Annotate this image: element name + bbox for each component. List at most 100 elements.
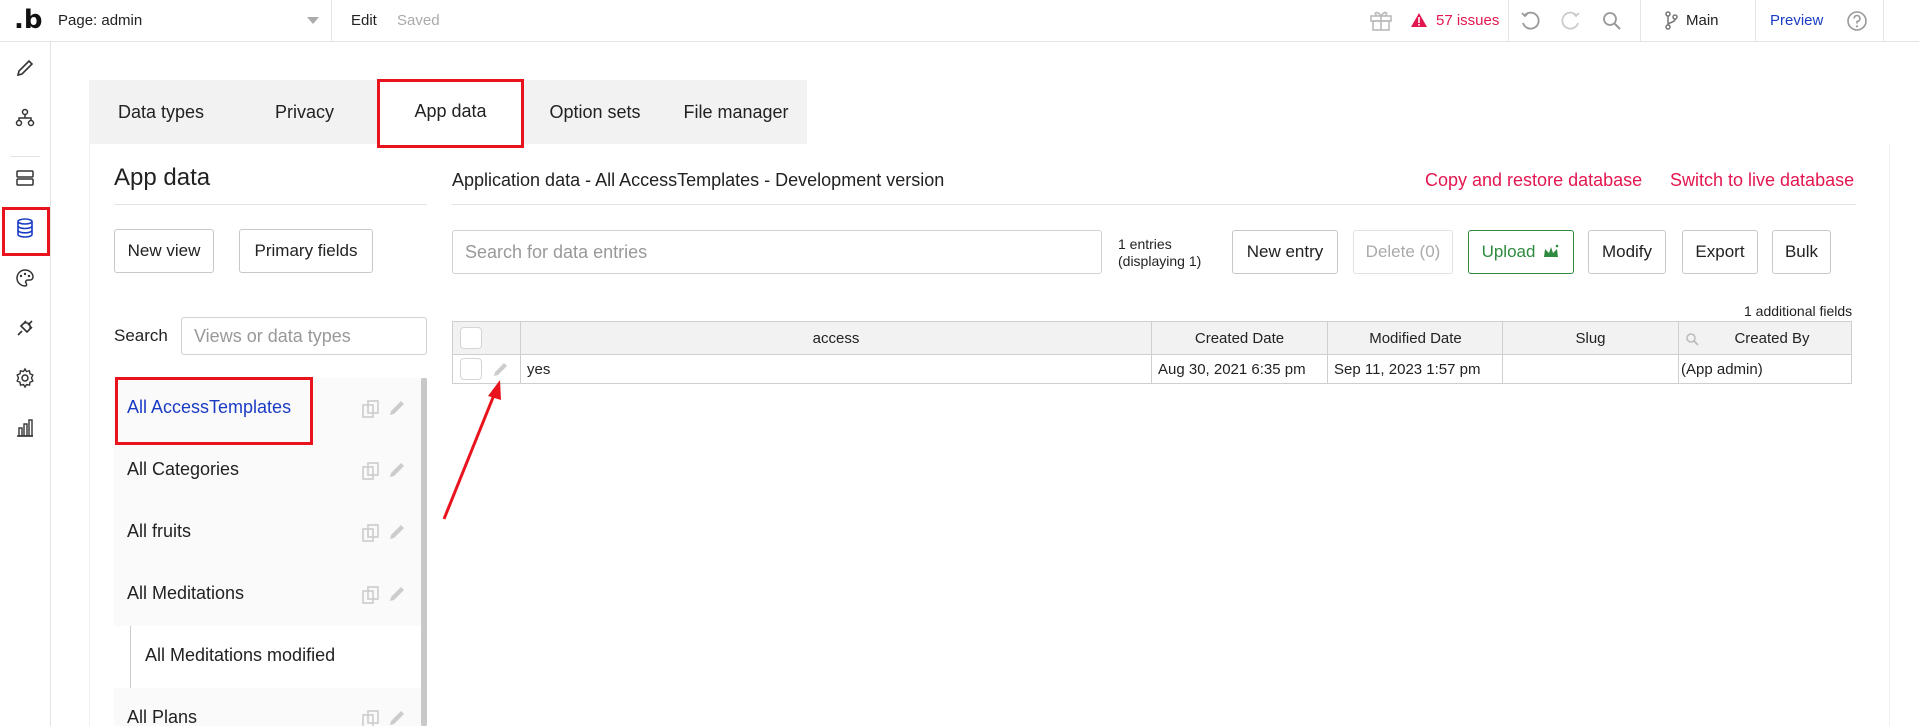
copy-icon[interactable]: [361, 709, 381, 726]
data-tabs: Data types Privacy App data Option sets …: [89, 79, 807, 148]
entries-count-displaying: (displaying 1): [1118, 253, 1202, 269]
view-item-all-categories[interactable]: All Categories: [114, 440, 424, 502]
switch-live-database-link[interactable]: Switch to live database: [1670, 170, 1854, 191]
search-label: Search: [114, 326, 168, 345]
undo-icon[interactable]: [1519, 10, 1541, 32]
tree-line: [130, 626, 131, 688]
view-item-all-meditations[interactable]: All Meditations: [114, 564, 424, 626]
column-divider: [1151, 322, 1152, 383]
chart-icon[interactable]: [13, 416, 37, 440]
column-header-slug[interactable]: Slug: [1503, 330, 1678, 347]
copy-icon[interactable]: [361, 585, 381, 605]
active-view-highlight: [115, 377, 313, 445]
view-item-all-plans[interactable]: All Plans: [114, 688, 424, 726]
bulk-button[interactable]: Bulk: [1772, 230, 1831, 274]
delete-button[interactable]: Delete (0): [1353, 230, 1453, 274]
views-search-input[interactable]: Views or data types: [181, 317, 427, 355]
copy-icon[interactable]: [361, 523, 381, 543]
column-divider: [520, 322, 521, 383]
export-button[interactable]: Export: [1682, 230, 1758, 274]
column-header-created-by[interactable]: Created By: [1693, 330, 1851, 347]
pencil-icon[interactable]: [387, 522, 407, 542]
column-header-modified-date[interactable]: Modified Date: [1328, 330, 1503, 347]
bubble-logo[interactable]: .b: [14, 7, 43, 33]
help-icon[interactable]: [1846, 10, 1868, 32]
tab-file-manager[interactable]: File manager: [665, 80, 807, 144]
primary-fields-button[interactable]: Primary fields: [239, 229, 373, 273]
view-item-label: All fruits: [127, 521, 192, 541]
cell-created-date: Aug 30, 2021 6:35 pm: [1158, 361, 1306, 378]
branch-icon: [1665, 11, 1678, 30]
left-rail: [0, 42, 51, 726]
pencil-icon[interactable]: [387, 584, 407, 604]
chevron-down-icon: [307, 17, 319, 24]
saved-status: Saved: [397, 12, 440, 29]
edit-menu[interactable]: Edit: [351, 12, 377, 29]
cell-access: yes: [527, 361, 551, 378]
plugin-icon[interactable]: [13, 316, 37, 340]
redo-icon[interactable]: [1560, 10, 1582, 32]
cell-modified-date: Sep 11, 2023 1:57 pm: [1334, 361, 1481, 378]
divider: [1755, 0, 1756, 42]
column-header-access[interactable]: access: [521, 330, 1151, 347]
column-divider: [1678, 322, 1679, 383]
tab-app-data[interactable]: App data: [377, 79, 524, 148]
page-selector[interactable]: Page: admin: [50, 0, 332, 42]
pencil-icon[interactable]: [492, 360, 510, 378]
pencil-icon[interactable]: [387, 398, 407, 418]
crown-icon: [1544, 244, 1559, 257]
copy-icon[interactable]: [361, 461, 381, 481]
copy-restore-database-link[interactable]: Copy and restore database: [1425, 170, 1642, 191]
gift-icon[interactable]: [1369, 9, 1393, 31]
divider: [114, 204, 427, 205]
app-data-heading: Application data - All AccessTemplates -…: [452, 170, 945, 190]
view-item-label: All Meditations: [127, 583, 245, 603]
view-item-label: All Categories: [127, 459, 240, 479]
tab-privacy[interactable]: Privacy: [233, 80, 376, 144]
database-stack-icon[interactable]: [13, 166, 37, 190]
view-item-all-fruits[interactable]: All fruits: [114, 502, 424, 564]
branch-selector[interactable]: Main: [1664, 10, 1719, 30]
view-item-label: All Plans: [127, 707, 198, 726]
data-table: access Created Date Modified Date Slug C…: [452, 321, 1852, 384]
upload-label: Upload: [1481, 242, 1536, 261]
row-checkbox[interactable]: [460, 358, 482, 380]
workflow-icon[interactable]: [13, 106, 37, 130]
search-icon[interactable]: [1601, 10, 1623, 32]
divider: [1640, 0, 1641, 42]
pencil-icon[interactable]: [387, 460, 407, 480]
pencil-icon[interactable]: [13, 56, 37, 80]
column-divider: [1502, 322, 1503, 383]
modify-button[interactable]: Modify: [1588, 230, 1666, 274]
copy-icon[interactable]: [361, 399, 381, 419]
new-entry-button[interactable]: New entry: [1232, 230, 1338, 274]
panel-title: App data: [114, 164, 211, 191]
view-item-all-meditations-modified[interactable]: All Meditations modified: [114, 626, 424, 688]
divider: [1508, 0, 1509, 42]
divider: [452, 204, 1856, 205]
preview-link[interactable]: Preview: [1770, 12, 1823, 29]
warning-icon: [1411, 13, 1427, 27]
pencil-icon[interactable]: [387, 708, 407, 726]
tab-option-sets[interactable]: Option sets: [525, 80, 665, 144]
page-selector-label: Page: admin: [58, 12, 143, 29]
additional-fields-label[interactable]: 1 additional fields: [1744, 303, 1852, 319]
table-header: access Created Date Modified Date Slug C…: [453, 322, 1851, 355]
branch-label: Main: [1686, 11, 1719, 29]
views-scrollbar[interactable]: [421, 378, 427, 726]
table-row[interactable]: yes Aug 30, 2021 6:35 pm Sep 11, 2023 1:…: [453, 355, 1851, 383]
issues-indicator[interactable]: 57 issues: [1410, 9, 1499, 31]
settings-icon[interactable]: [13, 366, 37, 390]
tab-data-types[interactable]: Data types: [89, 80, 233, 144]
new-view-button[interactable]: New view: [114, 229, 214, 273]
cell-created-by: (App admin): [1681, 361, 1763, 378]
select-all-checkbox[interactable]: [460, 327, 482, 349]
column-header-created-date[interactable]: Created Date: [1152, 330, 1327, 347]
divider: [1883, 0, 1884, 42]
data-entries-search-input[interactable]: Search for data entries: [452, 230, 1102, 274]
upload-button[interactable]: Upload: [1468, 230, 1574, 274]
view-item-label: All Meditations modified: [145, 645, 336, 665]
entries-count-total: 1 entries: [1118, 236, 1172, 252]
palette-icon[interactable]: [13, 266, 37, 290]
column-divider: [1327, 322, 1328, 383]
